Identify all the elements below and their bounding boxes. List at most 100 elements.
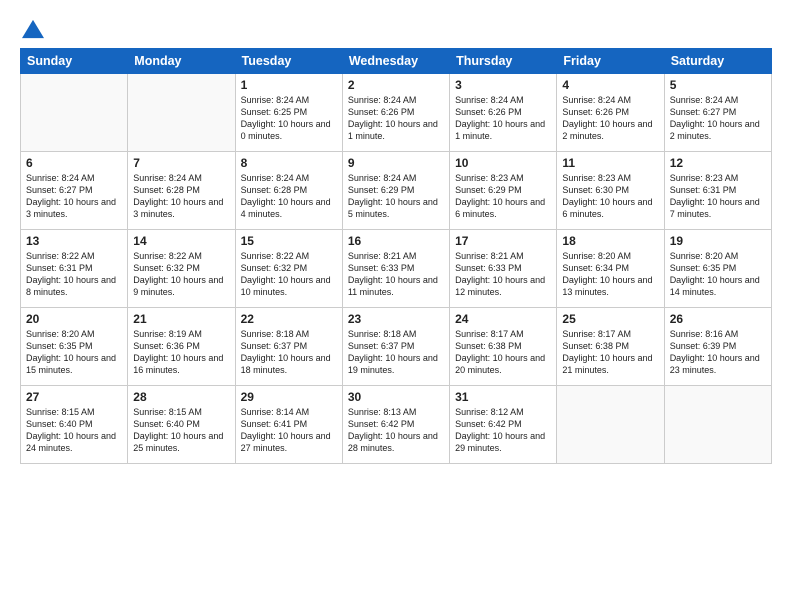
day-info: Sunrise: 8:24 AM Sunset: 6:28 PM Dayligh… <box>241 172 337 221</box>
calendar-cell: 7Sunrise: 8:24 AM Sunset: 6:28 PM Daylig… <box>128 152 235 230</box>
day-number: 8 <box>241 156 337 170</box>
day-number: 29 <box>241 390 337 404</box>
day-number: 3 <box>455 78 551 92</box>
day-info: Sunrise: 8:18 AM Sunset: 6:37 PM Dayligh… <box>348 328 444 377</box>
weekday-header-sunday: Sunday <box>21 49 128 74</box>
logo-text <box>20 18 44 40</box>
day-info: Sunrise: 8:24 AM Sunset: 6:26 PM Dayligh… <box>455 94 551 143</box>
day-number: 13 <box>26 234 122 248</box>
day-number: 28 <box>133 390 229 404</box>
calendar-cell: 25 Sunrise: 8:17 AM Sunset: 6:38 PM Dayli… <box>557 308 664 386</box>
calendar-cell: 18 Sunrise: 8:20 AM Sunset: 6:34 PM Dayli… <box>557 230 664 308</box>
calendar-cell: 13 Sunrise: 8:22 AM Sunset: 6:31 PM Dayli… <box>21 230 128 308</box>
day-info: Sunrise: 8:14 AM Sunset: 6:41 PM Dayligh… <box>241 406 337 455</box>
calendar-cell: 2 Sunrise: 8:24 AM Sunset: 6:26 PM Daylig… <box>342 74 449 152</box>
day-number: 4 <box>562 78 658 92</box>
header <box>20 18 772 38</box>
day-number: 7 <box>133 156 229 170</box>
week-row-0: 1 Sunrise: 8:24 AM Sunset: 6:25 PM Daylig… <box>21 74 772 152</box>
day-info: Sunrise: 8:24 AM Sunset: 6:27 PM Dayligh… <box>26 172 122 221</box>
day-number: 27 <box>26 390 122 404</box>
page: SundayMondayTuesdayWednesdayThursdayFrid… <box>0 0 792 612</box>
calendar-cell: 24 Sunrise: 8:17 AM Sunset: 6:38 PM Dayli… <box>450 308 557 386</box>
day-info: Sunrise: 8:21 AM Sunset: 6:33 PM Dayligh… <box>455 250 551 299</box>
day-number: 26 <box>670 312 766 326</box>
calendar-cell: 17 Sunrise: 8:21 AM Sunset: 6:33 PM Dayli… <box>450 230 557 308</box>
calendar-cell: 16 Sunrise: 8:21 AM Sunset: 6:33 PM Dayli… <box>342 230 449 308</box>
day-info: Sunrise: 8:17 AM Sunset: 6:38 PM Dayligh… <box>455 328 551 377</box>
calendar-cell: 1 Sunrise: 8:24 AM Sunset: 6:25 PM Daylig… <box>235 74 342 152</box>
calendar-cell: 22 Sunrise: 8:18 AM Sunset: 6:37 PM Dayli… <box>235 308 342 386</box>
day-info: Sunrise: 8:16 AM Sunset: 6:39 PM Dayligh… <box>670 328 766 377</box>
calendar-cell <box>557 386 664 464</box>
day-number: 31 <box>455 390 551 404</box>
calendar-cell: 6 Sunrise: 8:24 AM Sunset: 6:27 PM Daylig… <box>21 152 128 230</box>
day-number: 16 <box>348 234 444 248</box>
calendar-cell: 23 Sunrise: 8:18 AM Sunset: 6:37 PM Dayli… <box>342 308 449 386</box>
calendar-cell: 27 Sunrise: 8:15 AM Sunset: 6:40 PM Dayli… <box>21 386 128 464</box>
day-info: Sunrise: 8:24 AM Sunset: 6:25 PM Dayligh… <box>241 94 337 143</box>
day-info: Sunrise: 8:20 AM Sunset: 6:34 PM Dayligh… <box>562 250 658 299</box>
calendar-cell: 4 Sunrise: 8:24 AM Sunset: 6:26 PM Daylig… <box>557 74 664 152</box>
day-number: 20 <box>26 312 122 326</box>
day-number: 17 <box>455 234 551 248</box>
weekday-header-tuesday: Tuesday <box>235 49 342 74</box>
calendar-cell: 12Sunrise: 8:23 AM Sunset: 6:31 PM Dayli… <box>664 152 771 230</box>
calendar-cell <box>664 386 771 464</box>
day-info: Sunrise: 8:15 AM Sunset: 6:40 PM Dayligh… <box>133 406 229 455</box>
calendar-cell: 15Sunrise: 8:22 AM Sunset: 6:32 PM Dayli… <box>235 230 342 308</box>
day-info: Sunrise: 8:24 AM Sunset: 6:26 PM Dayligh… <box>348 94 444 143</box>
calendar-cell: 19Sunrise: 8:20 AM Sunset: 6:35 PM Dayli… <box>664 230 771 308</box>
day-number: 19 <box>670 234 766 248</box>
calendar-cell: 10Sunrise: 8:23 AM Sunset: 6:29 PM Dayli… <box>450 152 557 230</box>
day-info: Sunrise: 8:18 AM Sunset: 6:37 PM Dayligh… <box>241 328 337 377</box>
weekday-header-saturday: Saturday <box>664 49 771 74</box>
day-number: 22 <box>241 312 337 326</box>
day-number: 18 <box>562 234 658 248</box>
calendar-cell <box>21 74 128 152</box>
calendar-cell: 14Sunrise: 8:22 AM Sunset: 6:32 PM Dayli… <box>128 230 235 308</box>
day-info: Sunrise: 8:20 AM Sunset: 6:35 PM Dayligh… <box>26 328 122 377</box>
day-info: Sunrise: 8:13 AM Sunset: 6:42 PM Dayligh… <box>348 406 444 455</box>
day-info: Sunrise: 8:15 AM Sunset: 6:40 PM Dayligh… <box>26 406 122 455</box>
day-number: 1 <box>241 78 337 92</box>
day-info: Sunrise: 8:24 AM Sunset: 6:26 PM Dayligh… <box>562 94 658 143</box>
day-number: 5 <box>670 78 766 92</box>
weekday-header-wednesday: Wednesday <box>342 49 449 74</box>
calendar-cell: 20 Sunrise: 8:20 AM Sunset: 6:35 PM Dayli… <box>21 308 128 386</box>
calendar-cell: 5 Sunrise: 8:24 AM Sunset: 6:27 PM Daylig… <box>664 74 771 152</box>
week-row-3: 20 Sunrise: 8:20 AM Sunset: 6:35 PM Dayli… <box>21 308 772 386</box>
day-number: 12 <box>670 156 766 170</box>
day-number: 23 <box>348 312 444 326</box>
logo-icon <box>22 18 44 40</box>
calendar: SundayMondayTuesdayWednesdayThursdayFrid… <box>20 48 772 464</box>
day-number: 24 <box>455 312 551 326</box>
day-info: Sunrise: 8:24 AM Sunset: 6:29 PM Dayligh… <box>348 172 444 221</box>
calendar-cell: 3 Sunrise: 8:24 AM Sunset: 6:26 PM Daylig… <box>450 74 557 152</box>
day-number: 25 <box>562 312 658 326</box>
day-info: Sunrise: 8:24 AM Sunset: 6:27 PM Dayligh… <box>670 94 766 143</box>
day-number: 11 <box>562 156 658 170</box>
calendar-cell: 30 Sunrise: 8:13 AM Sunset: 6:42 PM Dayli… <box>342 386 449 464</box>
day-info: Sunrise: 8:17 AM Sunset: 6:38 PM Dayligh… <box>562 328 658 377</box>
day-number: 30 <box>348 390 444 404</box>
day-info: Sunrise: 8:22 AM Sunset: 6:31 PM Dayligh… <box>26 250 122 299</box>
day-info: Sunrise: 8:23 AM Sunset: 6:30 PM Dayligh… <box>562 172 658 221</box>
day-number: 6 <box>26 156 122 170</box>
logo <box>20 18 44 38</box>
week-row-2: 13 Sunrise: 8:22 AM Sunset: 6:31 PM Dayli… <box>21 230 772 308</box>
weekday-header-thursday: Thursday <box>450 49 557 74</box>
calendar-cell: 21Sunrise: 8:19 AM Sunset: 6:36 PM Dayli… <box>128 308 235 386</box>
day-number: 9 <box>348 156 444 170</box>
weekday-header-friday: Friday <box>557 49 664 74</box>
calendar-cell: 26 Sunrise: 8:16 AM Sunset: 6:39 PM Dayli… <box>664 308 771 386</box>
day-info: Sunrise: 8:23 AM Sunset: 6:29 PM Dayligh… <box>455 172 551 221</box>
day-number: 2 <box>348 78 444 92</box>
day-info: Sunrise: 8:21 AM Sunset: 6:33 PM Dayligh… <box>348 250 444 299</box>
calendar-cell: 28 Sunrise: 8:15 AM Sunset: 6:40 PM Dayli… <box>128 386 235 464</box>
weekday-header-monday: Monday <box>128 49 235 74</box>
calendar-cell: 29 Sunrise: 8:14 AM Sunset: 6:41 PM Dayli… <box>235 386 342 464</box>
weekday-header-row: SundayMondayTuesdayWednesdayThursdayFrid… <box>21 49 772 74</box>
day-number: 21 <box>133 312 229 326</box>
day-number: 15 <box>241 234 337 248</box>
